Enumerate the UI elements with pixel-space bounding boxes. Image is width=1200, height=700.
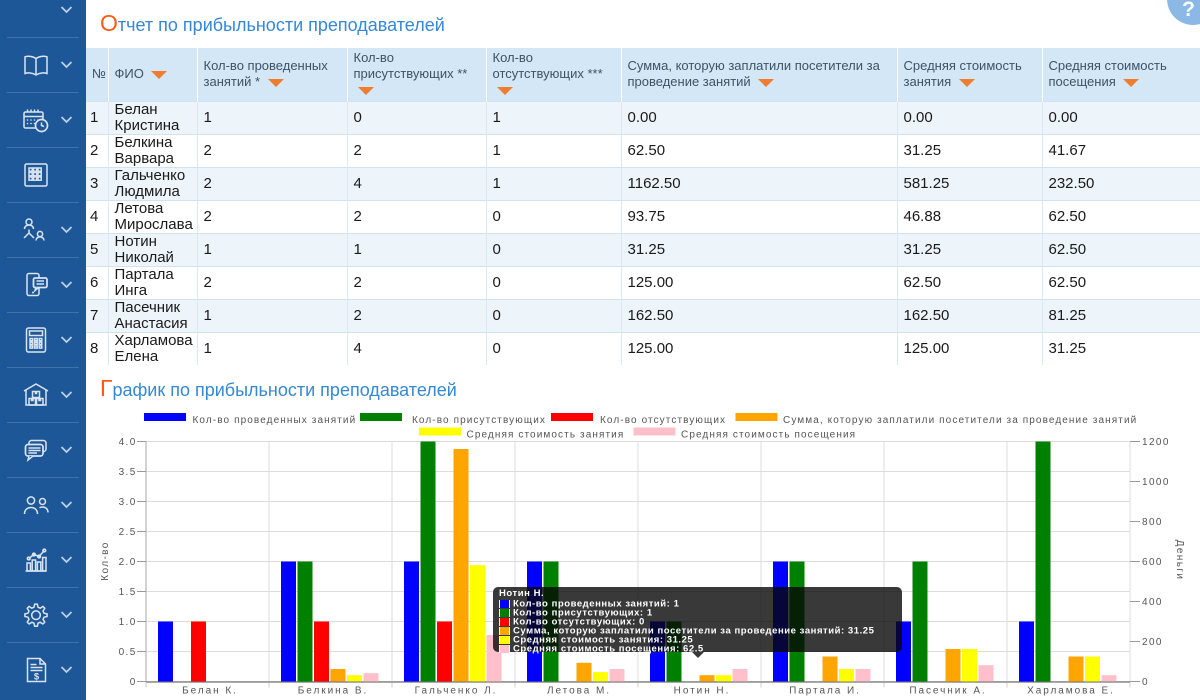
svg-text:Гальченко Л.: Гальченко Л. [415,686,498,697]
svg-text:1200: 1200 [1142,437,1170,448]
svg-text:3.0: 3.0 [119,497,137,508]
svg-text:2.0: 2.0 [119,557,137,568]
svg-text:400: 400 [1142,597,1163,608]
svg-text:Деньги: Деньги [1174,540,1185,581]
svg-text:Сумма, которую заплатили посет: Сумма, которую заплатили посетители за п… [783,415,1137,426]
svg-text:4.0: 4.0 [119,437,137,448]
svg-text:800: 800 [1142,517,1163,528]
svg-text:200: 200 [1142,637,1163,648]
svg-text:Белкина В.: Белкина В. [298,686,368,697]
svg-text:$: $ [34,672,40,683]
svg-text:Пасечник А.: Пасечник А. [909,686,986,697]
svg-text:1.0: 1.0 [119,617,137,628]
svg-text:0: 0 [1142,677,1149,688]
svg-text:Харламова Е.: Харламова Е. [1027,686,1115,697]
svg-text:Кол-во присутствующих: Кол-во присутствующих [412,415,546,426]
svg-text:Летова М.: Летова М. [547,686,611,697]
svg-text:Партала И.: Партала И. [789,686,861,697]
svg-text:Средняя стоимость посещения: Средняя стоимость посещения [681,430,856,441]
svg-text:2.5: 2.5 [119,527,137,538]
svg-text:600: 600 [1142,557,1163,568]
svg-text:0: 0 [130,677,137,688]
svg-text:Кол-во отсутствующих: Кол-во отсутствующих [600,415,726,426]
svg-text:Кол-во проведенных занятий: Кол-во проведенных занятий [193,415,357,426]
svg-text:1.5: 1.5 [119,587,137,598]
svg-text:Нотин Н.: Нотин Н. [674,686,731,697]
svg-text:0.5: 0.5 [119,647,137,658]
svg-text:3.5: 3.5 [119,467,137,478]
svg-text:1000: 1000 [1142,477,1170,488]
svg-text:Кол-во: Кол-во [100,541,111,581]
svg-text:Белан К.: Белан К. [182,686,238,697]
svg-text:Средняя стоимость занятия: Средняя стоимость занятия [467,430,625,441]
